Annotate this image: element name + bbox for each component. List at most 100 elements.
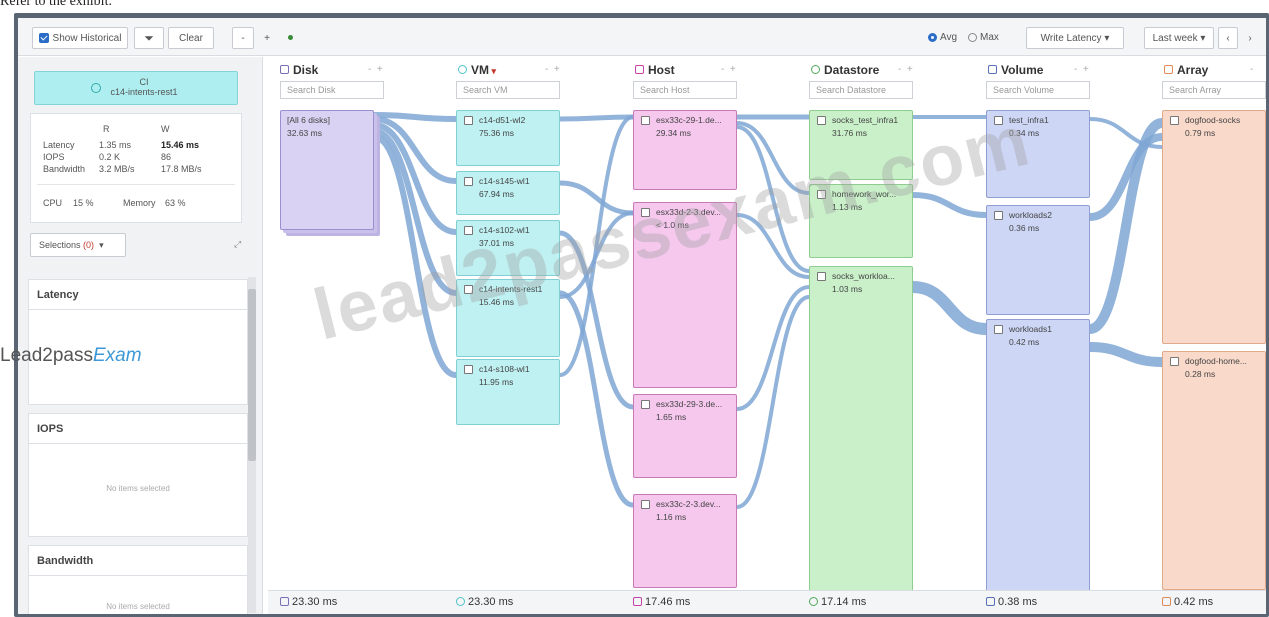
node-checkbox[interactable] bbox=[464, 177, 473, 186]
vm-node[interactable]: c14-intents-rest1 15.46 ms bbox=[456, 279, 560, 357]
column-controls[interactable]: - + bbox=[1074, 64, 1089, 75]
metric-row: Bandwidth 3.2 MB/s 17.8 MB/s bbox=[43, 164, 233, 174]
node-checkbox[interactable] bbox=[641, 400, 650, 409]
node-checkbox[interactable] bbox=[641, 116, 650, 125]
flow-links bbox=[373, 112, 1164, 509]
column-header-host[interactable]: Host bbox=[635, 63, 675, 77]
search-host-input[interactable]: Search Host bbox=[633, 81, 737, 99]
volume-node[interactable]: workloads2 0.36 ms bbox=[986, 205, 1090, 315]
vm-node[interactable]: c14-s102-wl1 37.01 ms bbox=[456, 220, 560, 276]
show-historical-toggle[interactable]: Show Historical bbox=[32, 27, 128, 49]
column-header-disk[interactable]: Disk bbox=[280, 63, 318, 77]
search-volume-input[interactable]: Search Volume bbox=[986, 81, 1090, 99]
disk-node[interactable]: [All 6 disks] 32.63 ms bbox=[280, 110, 374, 230]
vm-node[interactable]: c14-d51-wl2 75.36 ms bbox=[456, 110, 560, 166]
search-array-input[interactable]: Search Array bbox=[1162, 81, 1266, 99]
datastore-node[interactable]: socks_test_infra1 31.76 ms bbox=[809, 110, 913, 180]
clear-button[interactable]: Clear bbox=[168, 27, 214, 49]
search-datastore-input[interactable]: Search Datastore bbox=[809, 81, 913, 99]
memory-label: Memory bbox=[123, 198, 156, 208]
total-value: 23.30 ms bbox=[292, 596, 338, 608]
scroll-thumb[interactable] bbox=[248, 289, 256, 461]
vm-node[interactable]: c14-s108-wl1 11.95 ms bbox=[456, 359, 560, 425]
range-label: Last week bbox=[1152, 32, 1198, 44]
zoom-out-button[interactable]: - bbox=[232, 27, 254, 49]
node-value: 1.03 ms bbox=[832, 284, 863, 294]
node-value: 0.79 ms bbox=[1185, 128, 1216, 138]
max-radio[interactable]: Max bbox=[968, 32, 999, 43]
selected-vm-card[interactable]: CI c14-intents-rest1 bbox=[34, 71, 238, 105]
volume-node[interactable]: test_infra1 0.34 ms bbox=[986, 110, 1090, 198]
avg-radio[interactable]: Avg bbox=[928, 32, 957, 43]
host-node[interactable]: esx33d-2-3.dev... < 1.0 ms bbox=[633, 202, 737, 388]
column-header-array[interactable]: Array bbox=[1164, 63, 1208, 77]
host-node[interactable]: esx33c-2-3.dev... 1.16 ms bbox=[633, 494, 737, 588]
bandwidth-empty-text: No items selected bbox=[106, 602, 170, 611]
column-controls[interactable]: - + bbox=[898, 64, 913, 75]
column-header-vm[interactable]: VM ▾ bbox=[458, 63, 496, 77]
range-dropdown[interactable]: Last week ▾ bbox=[1144, 27, 1214, 49]
node-value: 1.65 ms bbox=[656, 412, 687, 422]
cpu-memory-row: CPU 15 % Memory 63 % bbox=[43, 198, 233, 208]
expand-icon[interactable]: ⤢ bbox=[234, 239, 241, 250]
column-controls[interactable]: - + bbox=[368, 64, 383, 75]
column-controls[interactable]: - + bbox=[721, 64, 736, 75]
datastore-node[interactable]: homework_wor... 1.13 ms bbox=[809, 184, 913, 258]
filter-button[interactable]: ⏷ bbox=[134, 27, 164, 49]
topology-flow: Disk VM ▾ Host Datastore Volume Array - … bbox=[268, 57, 1266, 614]
host-node[interactable]: esx33d-29-3.de... 1.65 ms bbox=[633, 394, 737, 478]
metric-dropdown[interactable]: Write Latency ▾ bbox=[1026, 27, 1124, 49]
column-header-datastore[interactable]: Datastore bbox=[811, 63, 879, 77]
node-checkbox[interactable] bbox=[641, 208, 650, 217]
chevron-left-icon: ‹ bbox=[1226, 32, 1230, 44]
array-node[interactable]: dogfood-socks 0.79 ms bbox=[1162, 110, 1266, 344]
selections-label: Selections bbox=[39, 240, 81, 250]
node-checkbox[interactable] bbox=[641, 500, 650, 509]
left-scrollbar[interactable] bbox=[248, 277, 256, 613]
node-value: 11.95 ms bbox=[479, 377, 514, 387]
total-host: 17.46 ms bbox=[633, 596, 690, 608]
array-node[interactable]: dogfood-home... 0.28 ms bbox=[1162, 351, 1266, 590]
zoom-in-button[interactable]: + bbox=[256, 27, 278, 49]
node-checkbox[interactable] bbox=[1170, 116, 1179, 125]
metric-label: Bandwidth bbox=[43, 164, 86, 174]
array-icon bbox=[1164, 65, 1173, 74]
selections-dropdown[interactable]: Selections (0) ▾ bbox=[30, 233, 126, 257]
metric-w: 15.46 ms bbox=[161, 140, 200, 150]
datastore-node[interactable]: socks_workloa... 1.03 ms bbox=[809, 266, 913, 593]
node-checkbox[interactable] bbox=[817, 272, 826, 281]
node-checkbox[interactable] bbox=[464, 116, 473, 125]
node-checkbox[interactable] bbox=[994, 116, 1003, 125]
column-controls[interactable]: - + bbox=[545, 64, 560, 75]
sort-caret-icon[interactable]: ▾ bbox=[489, 66, 497, 76]
prev-button[interactable]: ‹ bbox=[1218, 27, 1238, 49]
flow-link bbox=[736, 295, 810, 509]
total-value: 23.30 ms bbox=[468, 596, 514, 608]
node-checkbox[interactable] bbox=[994, 211, 1003, 220]
node-checkbox[interactable] bbox=[464, 365, 473, 374]
node-checkbox[interactable] bbox=[994, 325, 1003, 334]
column-header-volume[interactable]: Volume bbox=[988, 63, 1043, 77]
node-value: < 1.0 ms bbox=[656, 220, 689, 230]
radio-off-icon bbox=[968, 32, 977, 42]
iops-section-title: IOPS bbox=[29, 414, 247, 444]
column-controls[interactable]: - bbox=[1250, 64, 1253, 75]
caret-down-icon: ▾ bbox=[1200, 32, 1206, 44]
total-value: 17.46 ms bbox=[645, 596, 691, 608]
search-disk-input[interactable]: Search Disk bbox=[280, 81, 384, 99]
node-checkbox[interactable] bbox=[817, 190, 826, 199]
node-checkbox[interactable] bbox=[1170, 357, 1179, 366]
node-checkbox[interactable] bbox=[817, 116, 826, 125]
next-button[interactable]: › bbox=[1240, 27, 1260, 49]
node-label: [All 6 disks] bbox=[287, 115, 330, 125]
node-checkbox[interactable] bbox=[464, 226, 473, 235]
host-node[interactable]: esx33c-29-1.de... 29.34 ms bbox=[633, 110, 737, 190]
node-label: esx33c-2-3.dev... bbox=[656, 499, 721, 509]
node-checkbox[interactable] bbox=[464, 285, 473, 294]
vm-node[interactable]: c14-s145-wl1 67.94 ms bbox=[456, 171, 560, 215]
metric-label: IOPS bbox=[43, 152, 65, 162]
volume-node[interactable]: workloads1 0.42 ms bbox=[986, 319, 1090, 613]
column-title: Host bbox=[648, 63, 675, 77]
watermark-logo: Lead2passExam bbox=[0, 345, 142, 367]
search-vm-input[interactable]: Search VM bbox=[456, 81, 560, 99]
